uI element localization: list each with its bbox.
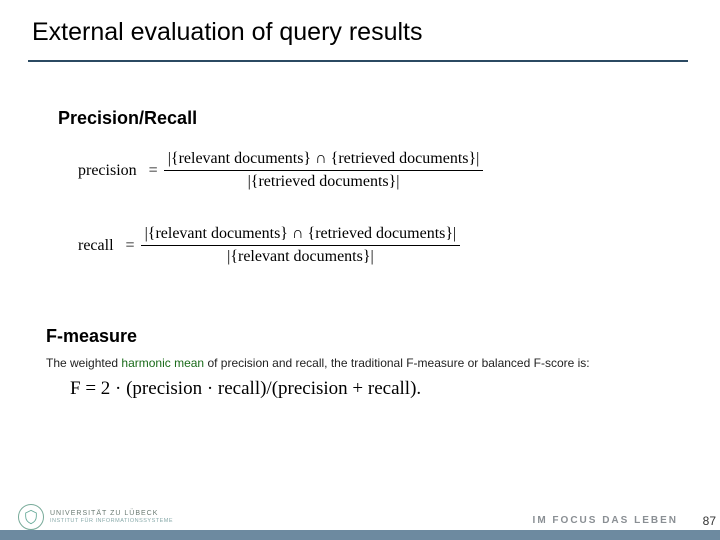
institute-name: INSTITUT FÜR INFORMATIONSSYSTEME [50, 518, 173, 524]
university-text: UNIVERSITÄT ZU LÜBECK INSTITUT FÜR INFOR… [50, 510, 173, 524]
fmeasure-desc-pre: The weighted [46, 356, 121, 370]
equation-precision: precision = |{relevant documents} ∩ {ret… [78, 150, 483, 191]
university-seal-icon [18, 504, 44, 530]
recall-fraction: |{relevant documents} ∩ {retrieved docum… [141, 225, 461, 266]
title-rule [28, 60, 688, 62]
precision-numerator: |{relevant documents} ∩ {retrieved docum… [164, 150, 484, 168]
equation-fmeasure: F = 2 · (precision · recall)/(precision … [70, 378, 421, 400]
recall-lhs: recall [78, 237, 114, 255]
university-name: UNIVERSITÄT ZU LÜBECK [50, 510, 173, 518]
slide: External evaluation of query results Pre… [0, 0, 720, 540]
footer: UNIVERSITÄT ZU LÜBECK INSTITUT FÜR INFOR… [0, 530, 720, 540]
fmeasure-desc-post: of precision and recall, the traditional… [204, 356, 590, 370]
harmonic-mean-link[interactable]: harmonic mean [121, 356, 204, 370]
fmeasure-description: The weighted harmonic mean of precision … [46, 356, 590, 370]
precision-fraction: |{relevant documents} ∩ {retrieved docum… [164, 150, 484, 191]
recall-denominator: |{relevant documents}| [141, 248, 461, 266]
equation-recall: recall = |{relevant documents} ∩ {retrie… [78, 225, 460, 266]
slide-title: External evaluation of query results [32, 18, 423, 47]
precision-denominator: |{retrieved documents}| [164, 173, 484, 191]
recall-numerator: |{relevant documents} ∩ {retrieved docum… [141, 225, 461, 243]
section-heading-fmeasure: F-measure [46, 326, 137, 347]
precision-lhs: precision [78, 162, 137, 180]
fraction-bar [141, 245, 461, 246]
equals-sign: = [149, 162, 158, 180]
page-number: 87 [703, 514, 716, 528]
section-heading-precision-recall: Precision/Recall [58, 108, 197, 129]
footer-band [0, 530, 720, 540]
university-logo-block: UNIVERSITÄT ZU LÜBECK INSTITUT FÜR INFOR… [18, 504, 173, 530]
equals-sign: = [126, 237, 135, 255]
fraction-bar [164, 170, 484, 171]
footer-motto: IM FOCUS DAS LEBEN [533, 515, 678, 526]
